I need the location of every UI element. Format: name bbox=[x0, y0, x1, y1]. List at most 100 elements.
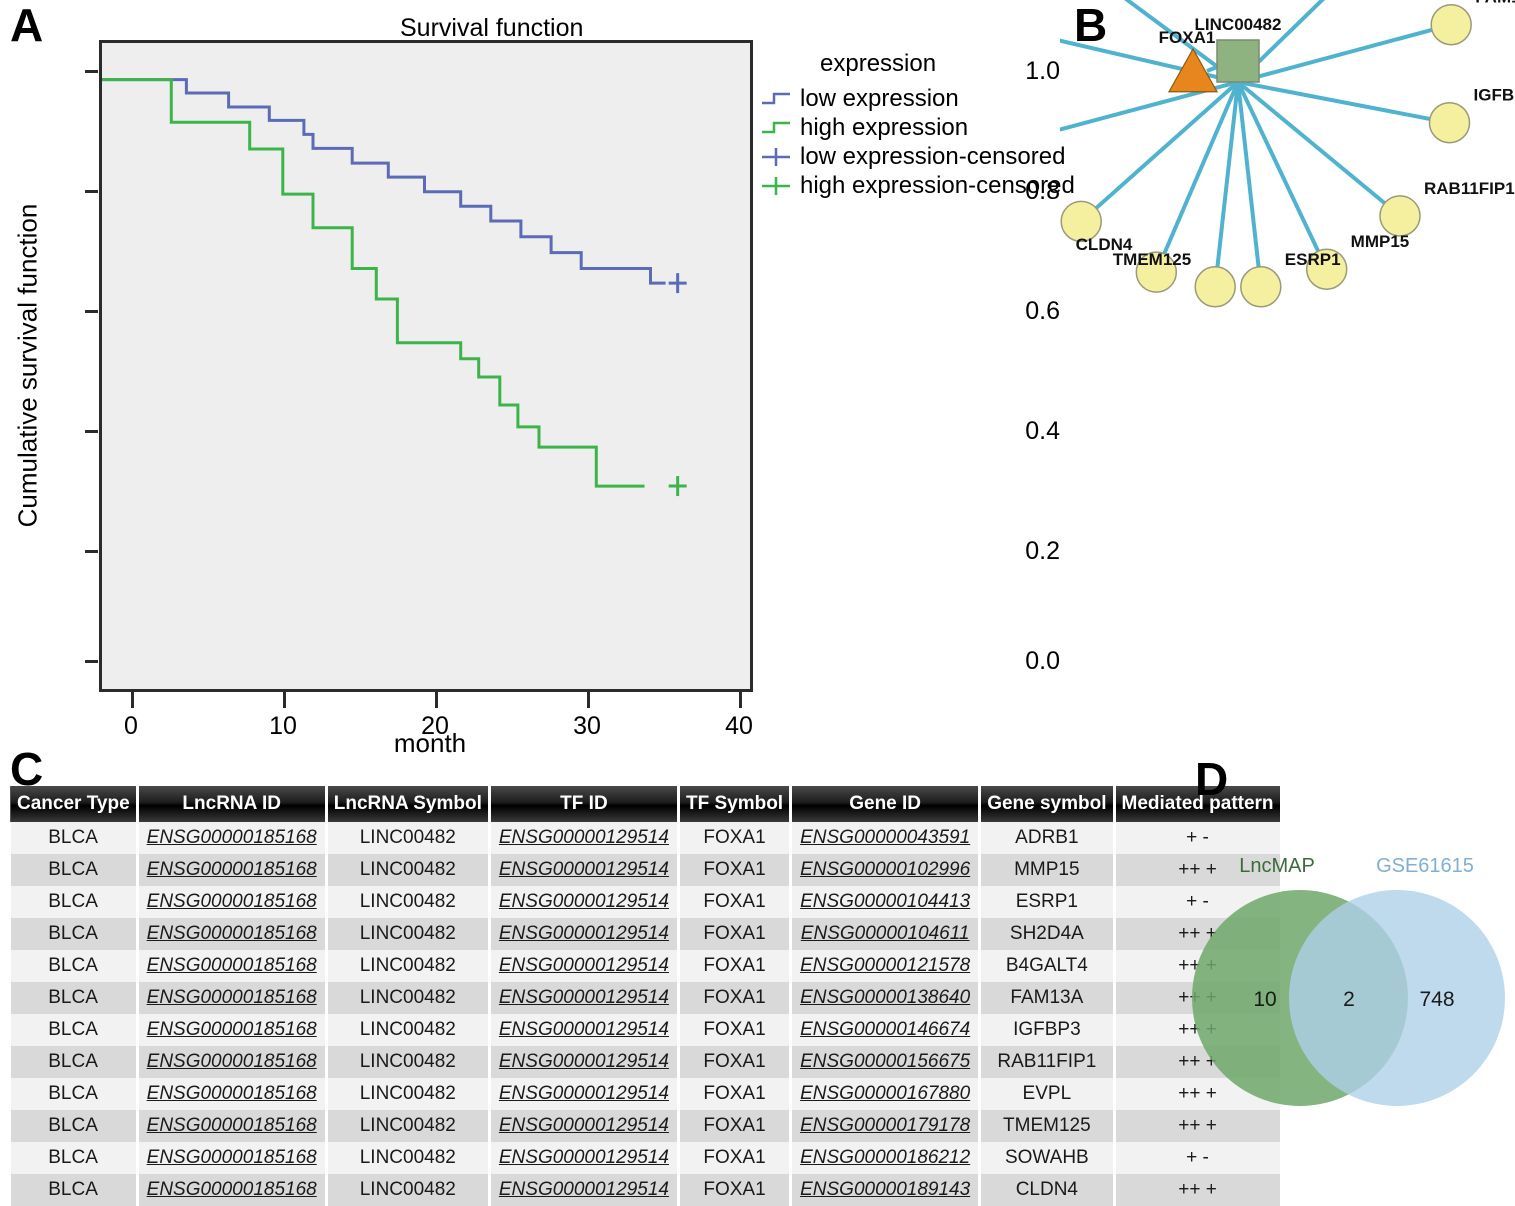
table-cell-lncrna-symbol: LINC00482 bbox=[326, 1110, 491, 1142]
table-cell-tf-id: ENSG00000129514 bbox=[489, 822, 680, 854]
legend-label-low-expression-censored: low expression-censored bbox=[800, 142, 1066, 170]
venn-diagram: LncMAP GSE61615 10 2 748 bbox=[1192, 855, 1505, 1106]
panel-a-letter: A bbox=[10, 0, 44, 51]
table-cell-lncrna-id: ENSG00000185168 bbox=[137, 1078, 328, 1110]
curve-low-expression bbox=[102, 78, 666, 285]
table-cell-tf-symbol: FOXA1 bbox=[678, 1174, 793, 1206]
table-cell-cancer-type: BLCA bbox=[10, 1174, 139, 1206]
table-cell-lncrna-id: ENSG00000185168 bbox=[137, 822, 328, 854]
x-tick-label-40: 40 bbox=[725, 712, 753, 740]
legend-item-high-expression-censored: high expression-censored bbox=[760, 171, 1075, 200]
panel-c-letter: C bbox=[10, 743, 44, 795]
table-cell-lncrna-symbol: LINC00482 bbox=[326, 982, 491, 1014]
table-cell-gene-id: ENSG00000121578 bbox=[790, 950, 982, 982]
table-cell-lncrna-id: ENSG00000185168 bbox=[137, 950, 328, 982]
table-cell-lncrna-id: ENSG00000185168 bbox=[137, 1046, 328, 1078]
table-header-gene-id: Gene ID bbox=[790, 786, 982, 822]
y-tick-mark-1-0 bbox=[85, 70, 98, 73]
table-cell-gene-symbol: MMP15 bbox=[979, 854, 1116, 886]
network-label-cldn4: CLDN4 bbox=[1076, 235, 1133, 254]
table-cell-cancer-type: BLCA bbox=[10, 918, 139, 950]
table-cell-gene-id: ENSG00000156675 bbox=[790, 1046, 982, 1078]
table-cell-gene-symbol: B4GALT4 bbox=[979, 950, 1116, 982]
venn-count-intersection: 2 bbox=[1343, 988, 1355, 1011]
chart-title: Survival function bbox=[400, 14, 584, 42]
table-cell-cancer-type: BLCA bbox=[10, 822, 139, 854]
table-cell-tf-symbol: FOXA1 bbox=[678, 886, 793, 918]
table-cell-lncrna-symbol: LINC00482 bbox=[326, 950, 491, 982]
network-node-linc00482 bbox=[1216, 39, 1260, 83]
table-header-lncrna-symbol: LncRNA Symbol bbox=[325, 786, 491, 822]
table-cell-gene-symbol: SH2D4A bbox=[979, 918, 1116, 950]
table-cell-gene-id: ENSG00000102996 bbox=[790, 854, 982, 886]
table-row: BLCA ENSG00000185168 LINC00482 ENSG00000129… bbox=[10, 886, 1283, 918]
table-cell-gene-id: ENSG00000138640 bbox=[790, 982, 982, 1014]
table-cell-cancer-type: BLCA bbox=[10, 886, 139, 918]
survival-curves-svg bbox=[102, 78, 687, 497]
lncrna-tf-gene-network: LINC00482FOXA1B4GALT4FAM13AIGFBP3RAB11FI… bbox=[1060, 0, 1515, 308]
table-header-gene-symbol: Gene symbol bbox=[979, 786, 1116, 822]
table-cell-cancer-type: BLCA bbox=[10, 854, 139, 886]
table-row: BLCA ENSG00000185168 LINC00482 ENSG00000129… bbox=[10, 982, 1283, 1014]
table-header: Cancer Type LncRNA ID LncRNA Symbol TF ID TF… bbox=[10, 786, 1283, 822]
table-cell-cancer-type: BLCA bbox=[10, 982, 139, 1014]
table-cell-cancer-type: BLCA bbox=[10, 1142, 139, 1174]
table-cell-gene-id: ENSG00000167880 bbox=[790, 1078, 982, 1110]
legend-glyph-plus-high bbox=[760, 174, 800, 198]
table-cell-lncrna-symbol: LINC00482 bbox=[326, 1078, 491, 1110]
table-cell-tf-symbol: FOXA1 bbox=[678, 1078, 793, 1110]
table-cell-gene-symbol: IGFBP3 bbox=[979, 1014, 1116, 1046]
table-cell-cancer-type: BLCA bbox=[10, 1078, 139, 1110]
table-cell-lncrna-symbol: LINC00482 bbox=[326, 854, 491, 886]
table-body: BLCA ENSG00000185168 LINC00482 ENSG00000129… bbox=[10, 822, 1283, 1206]
table-cell-gene-id: ENSG00000104413 bbox=[790, 886, 982, 918]
legend-label-low-expression: low expression bbox=[800, 84, 959, 112]
network-label-esrp1: ESRP1 bbox=[1285, 250, 1341, 269]
table-cell-gene-id: ENSG00000179178 bbox=[790, 1110, 982, 1142]
panel-d-venn: D LncMAP GSE61615 10 2 748 bbox=[1165, 748, 1515, 1177]
legend-glyph-plus-low bbox=[760, 145, 800, 169]
table-header-row: Cancer Type LncRNA ID LncRNA Symbol TF ID TF… bbox=[10, 786, 1283, 822]
network-label-rab11fip1: RAB11FIP1 bbox=[1424, 179, 1515, 198]
network-node-fam13a bbox=[1430, 3, 1472, 46]
legend-item-low-expression-censored: low expression-censored bbox=[760, 142, 1065, 171]
x-tick-label-30: 30 bbox=[573, 712, 601, 740]
network-node-rab11fip1 bbox=[1379, 195, 1421, 237]
table-row: BLCA ENSG00000185168 LINC00482 ENSG00000129… bbox=[10, 1142, 1283, 1174]
table-cell-lncrna-symbol: LINC00482 bbox=[326, 1142, 491, 1174]
legend-glyph-step-low bbox=[760, 87, 800, 111]
legend-item-low-expression: low expression bbox=[760, 84, 1060, 113]
panel-a-survival-plot: A Survival function 1.0 0.8 0.6 0.4 0.2 … bbox=[0, 0, 1075, 760]
table-cell-lncrna-id: ENSG00000185168 bbox=[137, 886, 328, 918]
table-cell-tf-id: ENSG00000129514 bbox=[489, 918, 680, 950]
table-cell-mediated-pattern: ++ + bbox=[1114, 1174, 1283, 1206]
table-cell-cancer-type: BLCA bbox=[10, 1110, 139, 1142]
y-tick-mark-0-4 bbox=[85, 430, 98, 433]
table-cell-lncrna-id: ENSG00000185168 bbox=[137, 854, 328, 886]
table-cell-lncrna-id: ENSG00000185168 bbox=[137, 1110, 328, 1142]
y-axis-title: Cumulative survival function bbox=[12, 203, 43, 528]
table-cell-lncrna-id: ENSG00000185168 bbox=[137, 1142, 328, 1174]
y-tick-label-0-6: 0.6 bbox=[1025, 297, 1060, 325]
venn-label-gse: GSE61615 bbox=[1376, 855, 1474, 877]
table-cell-gene-symbol: SOWAHB bbox=[979, 1142, 1116, 1174]
legend-item-high-expression: high expression bbox=[760, 113, 1060, 142]
panel-c-table: C Cancer Type LncRNA ID LncRNA Symbol TF ID… bbox=[0, 743, 1283, 1206]
table-cell-tf-id: ENSG00000129514 bbox=[489, 1174, 680, 1206]
table-cell-gene-symbol: EVPL bbox=[979, 1078, 1116, 1110]
network-node-igfbp3 bbox=[1428, 101, 1471, 144]
table-header-tf-id: TF ID bbox=[488, 786, 680, 822]
y-tick-label-0-2: 0.2 bbox=[1025, 537, 1060, 565]
table-cell-tf-symbol: FOXA1 bbox=[678, 1046, 793, 1078]
table-cell-lncrna-symbol: LINC00482 bbox=[326, 822, 491, 854]
y-tick-mark-0-2 bbox=[85, 550, 98, 553]
table-cell-lncrna-id: ENSG00000185168 bbox=[137, 982, 328, 1014]
table-cell-lncrna-symbol: LINC00482 bbox=[326, 886, 491, 918]
panel-b-network: B LINC00482FOXA1B4GALT4FAM13AIGFBP3RAB11… bbox=[1060, 0, 1515, 740]
table-cell-gene-symbol: RAB11FIP1 bbox=[979, 1046, 1116, 1078]
legend-label-high-expression: high expression bbox=[800, 113, 969, 141]
network-node-tmem125 bbox=[1194, 266, 1236, 308]
table-cell-cancer-type: BLCA bbox=[10, 1014, 139, 1046]
y-tick-mark-0-8 bbox=[85, 190, 98, 193]
table-cell-cancer-type: BLCA bbox=[10, 1046, 139, 1078]
